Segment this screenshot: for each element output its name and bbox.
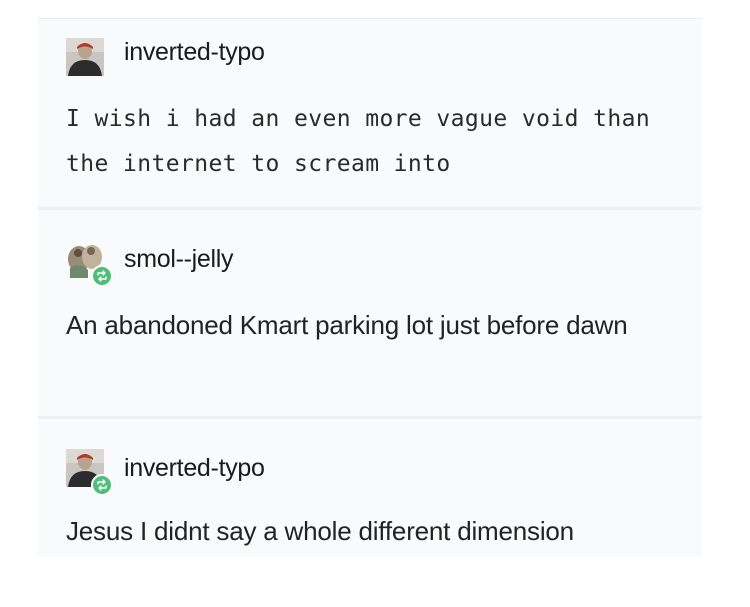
post-item: inverted-typo Jesus I didnt say a whole … — [38, 419, 702, 557]
post-username[interactable]: inverted-typo — [124, 38, 265, 67]
user-avatar-icon[interactable] — [66, 38, 104, 76]
post-item: inverted-typo I wish i had an even more … — [38, 19, 702, 207]
user-avatar-icon[interactable] — [66, 449, 113, 496]
post-body-text: An abandoned Kmart parking lot just befo… — [66, 310, 628, 340]
post-item: smol--jelly An abandoned Kmart parking l… — [38, 210, 702, 416]
post-username[interactable]: inverted-typo — [124, 454, 265, 483]
reblog-icon — [91, 265, 113, 287]
post-thread: inverted-typo I wish i had an even more … — [0, 0, 750, 607]
post-body-text: Jesus I didnt say a whole different dime… — [66, 516, 574, 546]
post-body-text: I wish i had an even more vague void tha… — [66, 106, 651, 177]
post-username[interactable]: smol--jelly — [124, 245, 234, 274]
user-avatar-icon[interactable] — [66, 240, 113, 287]
reblog-icon — [91, 474, 113, 496]
